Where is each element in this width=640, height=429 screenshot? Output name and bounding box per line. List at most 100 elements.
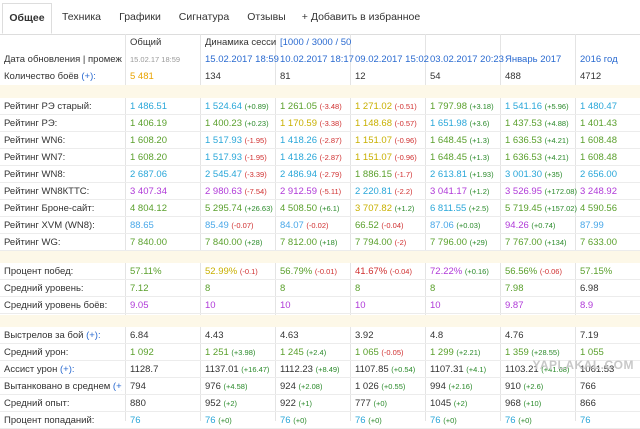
value-cell: 3 526.95 (+172.08) bbox=[505, 183, 577, 200]
value-cell: 7 794.00 (-2) bbox=[355, 234, 406, 251]
value-cell: 3 248.92 bbox=[580, 183, 617, 200]
value-cell: 4.76 bbox=[505, 327, 524, 344]
value-text: 2 912.59 bbox=[280, 186, 317, 197]
value-text: 52.99% bbox=[205, 266, 238, 277]
value-cell: 56.56% (-0.06) bbox=[505, 263, 562, 280]
tab-signature[interactable]: Сигнатура bbox=[170, 3, 238, 34]
value-cell: 1 148.68 (-0.57) bbox=[355, 115, 417, 132]
value-cell: 1 151.07 (-0.96) bbox=[355, 149, 417, 166]
value-text: 56.56% bbox=[505, 266, 538, 277]
value-text: 1 541.16 bbox=[505, 101, 542, 112]
value-text: 87.99 bbox=[580, 220, 604, 231]
expand-link[interactable]: (+): bbox=[81, 71, 96, 82]
delta-text: (+2.6) bbox=[523, 382, 544, 391]
delta-text: (-2.79) bbox=[319, 170, 342, 179]
value-cell: 2 545.47 (-3.39) bbox=[205, 166, 267, 183]
value-cell: 1 400.23 (+0.23) bbox=[205, 115, 269, 132]
delta-text: (+0.55) bbox=[381, 382, 406, 391]
value-cell: 87.99 bbox=[580, 217, 604, 234]
date-link[interactable]: 09.02.2017 15:02 bbox=[355, 51, 429, 68]
expand-link[interactable]: (+): bbox=[60, 364, 75, 375]
tab-charts[interactable]: Графики bbox=[111, 3, 169, 34]
row-label: Рейтинг WG: bbox=[4, 237, 61, 248]
value-text: 1 026 bbox=[355, 381, 379, 392]
value-text: 1 524.64 bbox=[205, 101, 242, 112]
value-cell: 5 481 bbox=[130, 71, 154, 82]
value-text: 57.15% bbox=[580, 266, 613, 277]
value-cell: 8.9 bbox=[580, 297, 593, 314]
value-text: 924 bbox=[280, 381, 296, 392]
delta-text: (-0.02) bbox=[306, 221, 329, 230]
value-cell: 1 608.20 bbox=[130, 149, 167, 166]
value-text: 4.76 bbox=[505, 330, 524, 341]
row-label: Количество боёв (+): bbox=[4, 71, 96, 82]
table-row: Рейтинг РЭ старый: 1 486.51 1 524.64 (+0.8… bbox=[0, 98, 640, 115]
delta-text: (+1.2) bbox=[469, 187, 490, 196]
date-link[interactable]: 10.02.2017 18:17 bbox=[280, 51, 354, 68]
value-cell: 1 648.45 (+1.3) bbox=[430, 132, 489, 149]
date-link[interactable]: Январь 2017 bbox=[505, 51, 561, 68]
delta-text: (-0.51) bbox=[394, 102, 417, 111]
date-link[interactable]: 03.02.2017 20:23 bbox=[430, 51, 504, 68]
value-text: 56.79% bbox=[280, 266, 313, 277]
date-link[interactable]: 15.02.2017 18:59 bbox=[205, 51, 279, 68]
expand-link[interactable]: (+): bbox=[86, 330, 101, 341]
value-text: 1 636.53 bbox=[505, 152, 542, 163]
value-cell: 1 651.98 (+3.6) bbox=[430, 115, 489, 132]
value-text: 1107.31 bbox=[430, 364, 464, 375]
section-spacer bbox=[0, 315, 640, 327]
table-row: Выстрелов за бой (+): 6.84 4.43 4.63 3.92 4.8… bbox=[0, 327, 640, 344]
expand-link[interactable]: (+) bbox=[113, 381, 122, 392]
tab-reviews[interactable]: Отзывы bbox=[239, 3, 294, 34]
value-cell: 1 541.16 (+5.96) bbox=[505, 98, 569, 115]
value-text: 1 418.26 bbox=[280, 152, 317, 163]
delta-text: (+1.93) bbox=[469, 170, 494, 179]
value-cell: 81 bbox=[280, 71, 291, 82]
value-cell: 1 261.05 (-3.48) bbox=[280, 98, 342, 115]
value-cell: 7 633.00 bbox=[580, 234, 617, 251]
value-text: 7 812.00 bbox=[280, 237, 317, 248]
row-label: Средний урон: bbox=[4, 347, 69, 358]
value-text: 1 886.15 bbox=[355, 169, 392, 180]
value-text: 1112.23 bbox=[280, 364, 313, 375]
delta-text: (+0.23) bbox=[244, 119, 269, 128]
value-text: 1045 bbox=[430, 398, 452, 409]
table-row: Рейтинг РЭ: 1 406.19 1 400.23 (+0.23) 1 170… bbox=[0, 115, 640, 132]
value-cell: 87.06 (+0.03) bbox=[430, 217, 480, 234]
delta-text: (+8.49) bbox=[315, 365, 340, 374]
value-cell: 1 065 (-0.05) bbox=[355, 344, 404, 361]
value-text: 1 517.93 bbox=[205, 135, 242, 146]
row-label: Средний уровень боёв: bbox=[4, 300, 108, 311]
value-text: 8 bbox=[205, 283, 211, 294]
value-cell: 1128.7 bbox=[130, 361, 158, 378]
value-text: 2 545.47 bbox=[205, 169, 242, 180]
value-cell: 7.12 bbox=[130, 280, 149, 297]
value-cell: 3 407.34 bbox=[130, 183, 167, 200]
value-text: 66.52 bbox=[355, 220, 379, 231]
value-text: 1 437.53 bbox=[505, 118, 542, 129]
delta-text: (+2.21) bbox=[456, 348, 481, 357]
tab-vehicles[interactable]: Техника bbox=[54, 3, 109, 34]
add-to-favorites-button[interactable]: + Добавить в избранное bbox=[295, 3, 427, 34]
table-row: Рейтинг WG: 7 840.00 7 840.00 (+28) 7 812.0… bbox=[0, 234, 640, 251]
delta-text: (-7.54) bbox=[244, 187, 267, 196]
delta-text: (-1.7) bbox=[394, 170, 413, 179]
value-cell: 924 (+2.08) bbox=[280, 378, 322, 395]
value-cell: 1 299 (+2.21) bbox=[430, 344, 480, 361]
date-link[interactable]: 2016 год bbox=[580, 51, 618, 68]
value-cell: 3 707.82 (+1.2) bbox=[355, 200, 414, 217]
value-text: 794 bbox=[130, 381, 146, 392]
delta-text: (-3.38) bbox=[319, 119, 342, 128]
value-text: 922 bbox=[280, 398, 296, 409]
dynamics-range-links[interactable]: [1000 / 3000 / 50 bbox=[280, 34, 352, 51]
value-text: 1 608.20 bbox=[130, 152, 167, 163]
value-text: 1 651.98 bbox=[430, 118, 467, 129]
value-cell: 1 608.48 bbox=[580, 132, 617, 149]
delta-text: (-5.11) bbox=[319, 187, 342, 196]
value-cell: 84.07 (-0.02) bbox=[280, 217, 329, 234]
tab-general[interactable]: Общее bbox=[2, 3, 52, 34]
table-row: Рейтинг XVM (WN8): 88.65 85.49 (-0.07) 84.0… bbox=[0, 217, 640, 234]
value-text: 94.26 bbox=[505, 220, 529, 231]
value-text: 7 840.00 bbox=[130, 237, 167, 248]
value-cell: 8 bbox=[280, 280, 285, 297]
